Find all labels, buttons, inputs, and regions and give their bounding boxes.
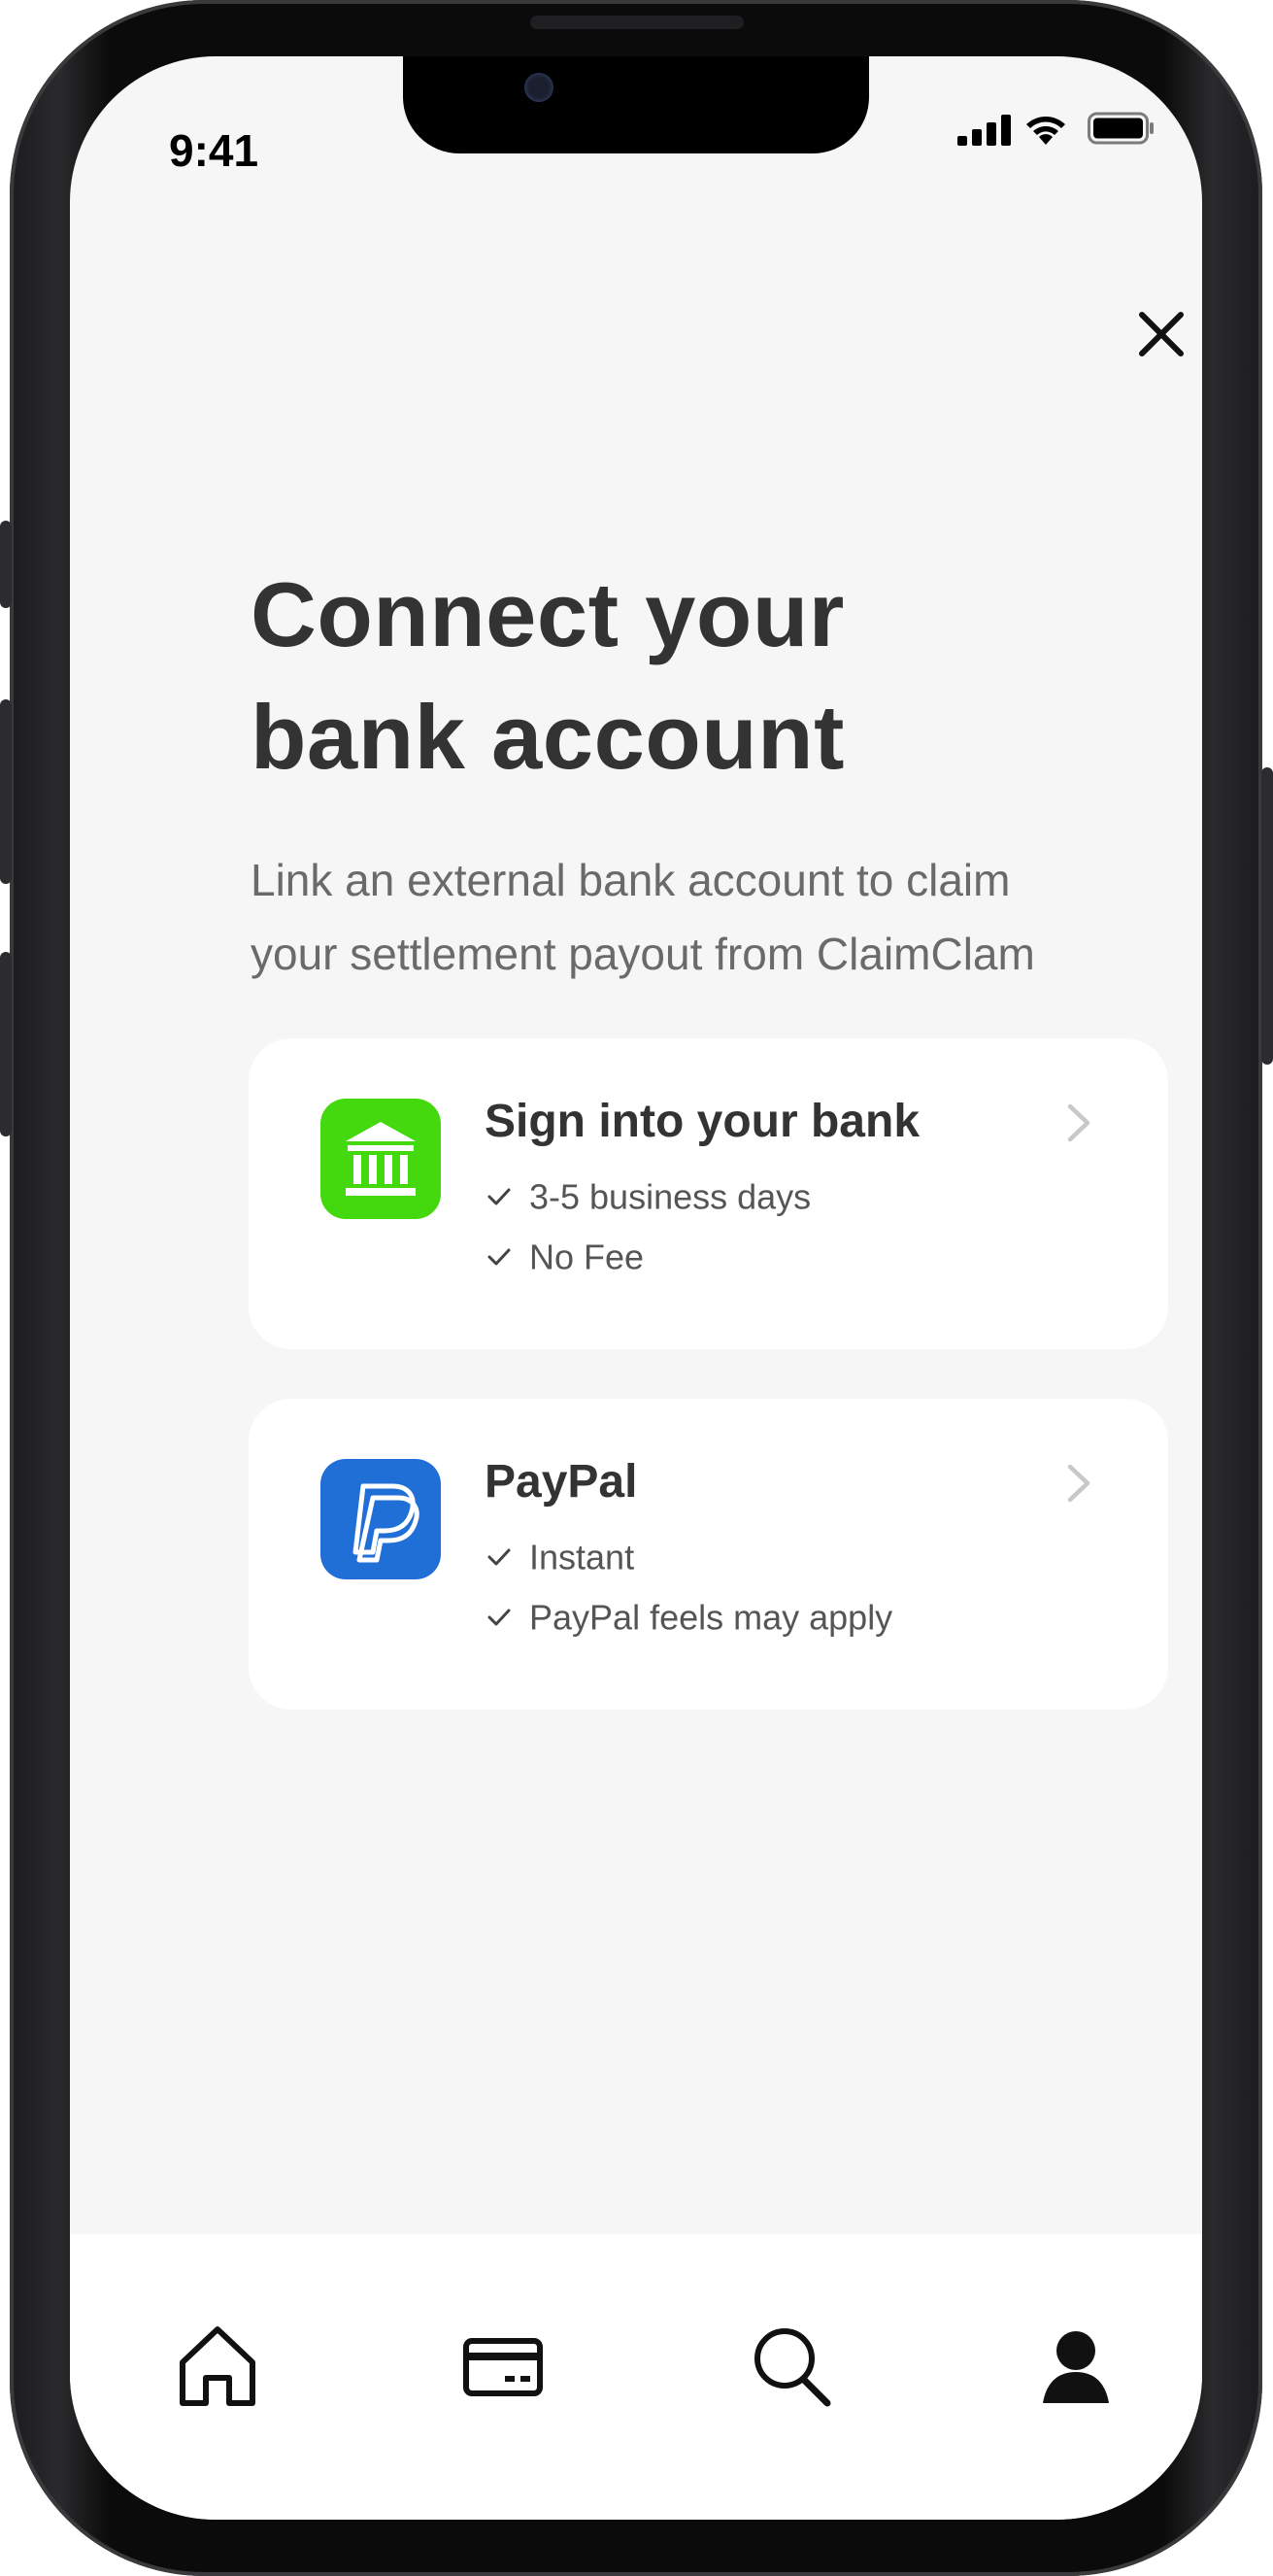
- page-subtitle-line-1: Link an external bank account to claim: [251, 855, 1011, 905]
- status-time: 9:41: [169, 125, 259, 176]
- page-title-line-2: bank account: [251, 686, 845, 788]
- front-camera: [524, 73, 553, 102]
- paypal-option-card[interactable]: PayPal Instant PayPal feels may apply: [249, 1399, 1168, 1710]
- page-title-line-1: Connect your: [251, 563, 845, 665]
- check-icon: [487, 1188, 511, 1205]
- signal-icon: [957, 115, 1011, 146]
- check-icon: [487, 1548, 511, 1566]
- paypal-feature-2-text: PayPal feels may apply: [529, 1597, 893, 1638]
- paypal-option-title: PayPal: [485, 1456, 638, 1508]
- paypal-feature-2: PayPal feels may apply: [485, 1595, 1106, 1644]
- bank-option-title: Sign into your bank: [485, 1096, 921, 1147]
- close-icon[interactable]: [1132, 305, 1190, 363]
- page-title: Connect your bank account: [251, 554, 1124, 798]
- power-button: [1261, 767, 1273, 1065]
- mute-switch: [0, 521, 12, 608]
- tab-profile-icon[interactable]: [1018, 2308, 1134, 2424]
- chevron-right-icon: [1067, 1464, 1090, 1503]
- bank-feature-2: No Fee: [485, 1235, 1106, 1283]
- battery-icon: [1088, 112, 1154, 145]
- paypal-feature-1: Instant: [485, 1535, 1106, 1583]
- bank-feature-1-text: 3-5 business days: [529, 1176, 812, 1217]
- tab-search-icon[interactable]: [732, 2308, 849, 2424]
- earpiece-speaker: [530, 16, 744, 29]
- page-subtitle-line-2: your settlement payout from ClaimClam: [251, 929, 1035, 979]
- paypal-icon: [320, 1459, 441, 1579]
- check-icon: [487, 1248, 511, 1266]
- tab-home-icon[interactable]: [159, 2308, 276, 2424]
- paypal-feature-1-text: Instant: [529, 1537, 635, 1577]
- volume-up-button: [0, 699, 12, 884]
- bank-option-card[interactable]: Sign into your bank 3-5 business days No…: [249, 1038, 1168, 1349]
- page-subtitle: Link an external bank account to claim y…: [251, 843, 1202, 991]
- tab-bar: [70, 2234, 1202, 2520]
- chevron-right-icon: [1067, 1103, 1090, 1142]
- app-screen: 9:41 Connect your bank account Link an e…: [70, 56, 1202, 2520]
- tab-card-icon[interactable]: [445, 2308, 561, 2424]
- check-icon: [487, 1609, 511, 1626]
- wifi-icon: [1026, 117, 1065, 145]
- bank-feature-2-text: No Fee: [529, 1237, 645, 1277]
- bank-icon: [320, 1099, 441, 1219]
- volume-down-button: [0, 952, 12, 1136]
- bank-feature-1: 3-5 business days: [485, 1174, 1106, 1223]
- notch: [403, 56, 869, 153]
